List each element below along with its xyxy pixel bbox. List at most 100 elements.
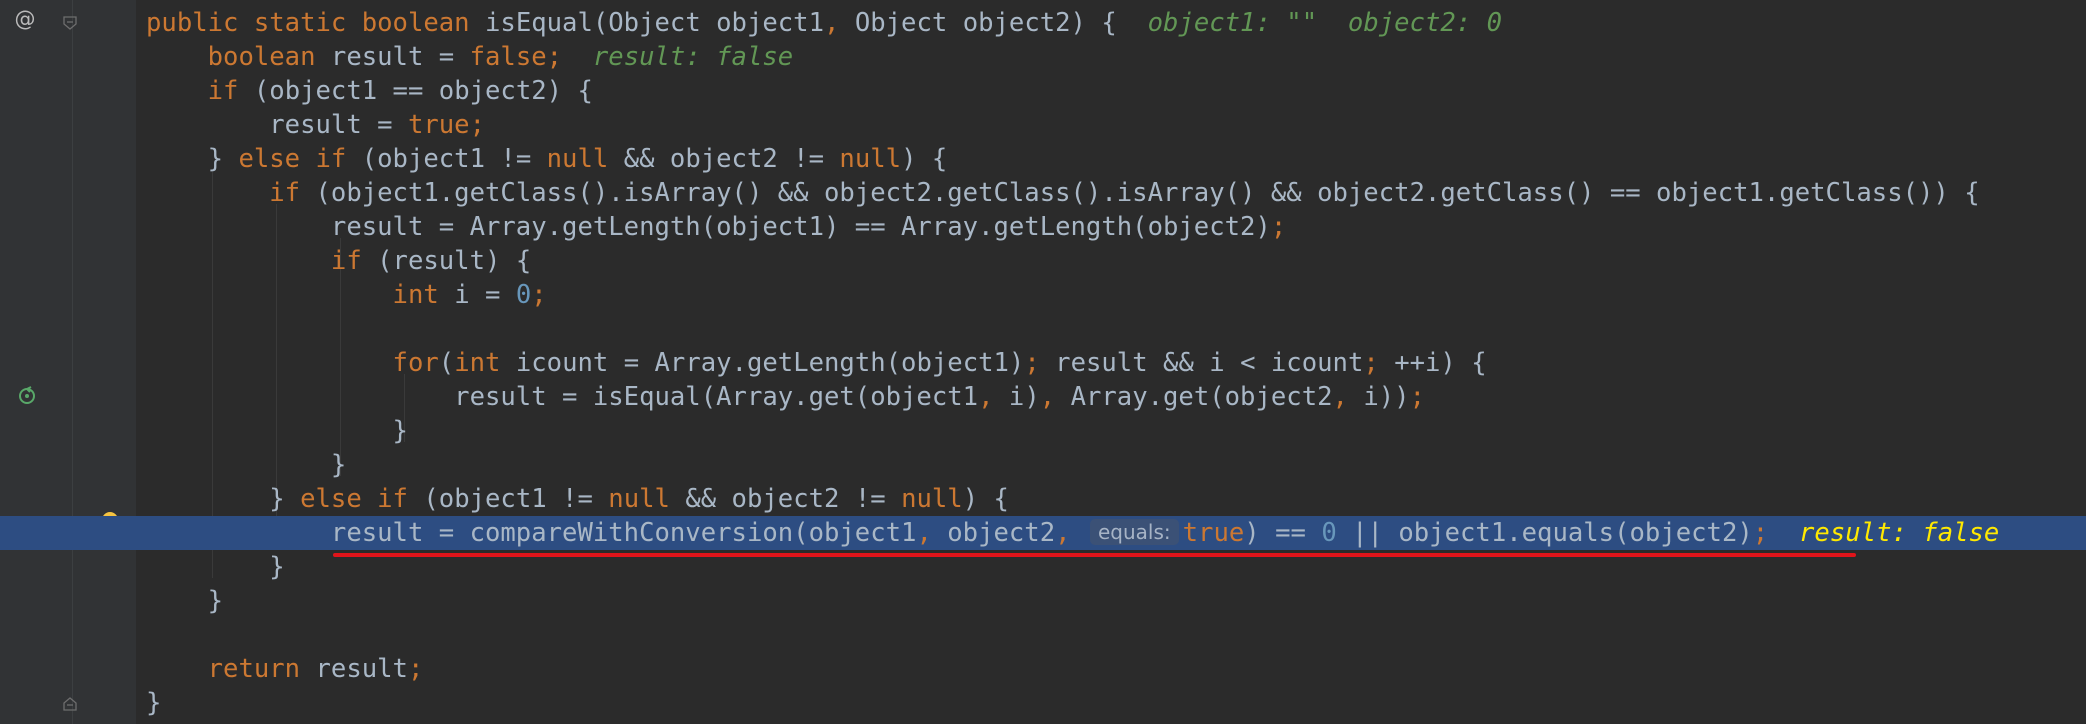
code-token: true [407, 110, 470, 140]
code-line[interactable]: boolean result = false; result: false [0, 40, 2086, 74]
code-text: } [146, 448, 346, 482]
code-token: ; [469, 110, 486, 140]
code-token: public static boolean [146, 8, 485, 38]
code-token: result [315, 654, 408, 684]
code-token: ; [1024, 348, 1056, 378]
code-line[interactable]: } [0, 414, 2086, 448]
code-token: ; [1270, 212, 1287, 242]
code-text: result = compareWithConversion(object1, … [146, 516, 1999, 550]
code-token: } [146, 450, 347, 480]
code-line[interactable]: if (object1.getClass().isArray() && obje… [0, 176, 2086, 210]
code-text: result = isEqual(Array.get(object1, i), … [146, 380, 1425, 414]
code-token: } [146, 586, 224, 616]
code-token: , [1332, 382, 1364, 412]
code-token: null [839, 144, 902, 174]
code-token: Array.get(object2 [1070, 382, 1333, 412]
code-token: isEqual(Object object1 [485, 8, 824, 38]
code-token: ; [1409, 382, 1425, 412]
code-token: i)) [1363, 382, 1410, 412]
code-text: int i = 0; [146, 278, 547, 312]
code-token: 0 [1321, 518, 1337, 548]
code-line[interactable]: result = Array.getLength(object1) == Arr… [0, 210, 2086, 244]
code-token: && object2 != [685, 484, 902, 514]
code-line[interactable]: } [0, 686, 2086, 720]
code-line[interactable]: public static boolean isEqual(Object obj… [0, 6, 2086, 40]
code-line[interactable] [0, 312, 2086, 346]
code-token: ; [1363, 348, 1395, 378]
code-text: boolean result = false; result: false [146, 40, 794, 74]
code-token: true [1182, 518, 1245, 548]
code-token: ; [546, 42, 593, 72]
code-token: boolean [146, 42, 331, 72]
code-line[interactable]: } [0, 584, 2086, 618]
code-text: } else if (object1 != null && object2 !=… [146, 482, 1009, 516]
debug-value: result: false [592, 42, 794, 72]
code-token: int [454, 348, 516, 378]
code-token: result = compareWithConversion(object1 [146, 518, 917, 548]
code-line[interactable]: result = isEqual(Array.get(object1, i), … [0, 380, 2086, 414]
code-token: 0 [515, 280, 532, 310]
code-token: (object1 != [361, 144, 547, 174]
code-token: Object object2) { [854, 8, 1148, 38]
code-token: ) { [962, 484, 1009, 514]
code-text: } [146, 584, 223, 618]
code-line[interactable]: if (result) { [0, 244, 2086, 278]
code-token: else if [238, 144, 362, 174]
code-token: (object1.getClass().isArray() && object2… [315, 178, 1980, 208]
code-token: } [146, 484, 301, 514]
code-token: result = [330, 42, 470, 72]
code-token: for [146, 348, 439, 378]
code-token: null [608, 484, 686, 514]
code-token: ++i) { [1394, 348, 1487, 378]
code-text: result = Array.getLength(object1) == Arr… [146, 210, 1286, 244]
code-line[interactable]: int i = 0; [0, 278, 2086, 312]
code-text: public static boolean isEqual(Object obj… [146, 6, 1502, 40]
code-token: ; [531, 280, 547, 310]
code-token: icount = Array.getLength(object1) [515, 348, 1025, 378]
code-token: int [146, 280, 455, 310]
error-underline [333, 553, 1856, 557]
code-token: ) { [901, 144, 948, 174]
code-token: , [978, 382, 1009, 412]
code-token: result && i < icount [1055, 348, 1364, 378]
code-token: ( [438, 348, 455, 378]
code-token: null [546, 144, 624, 174]
code-token: } [146, 688, 162, 718]
code-token: i = [454, 280, 516, 310]
code-token: || object1.equals(object2) [1336, 518, 1753, 548]
code-token: ; [407, 654, 424, 684]
code-token: , [916, 518, 948, 548]
current-execution-line[interactable]: result = compareWithConversion(object1, … [0, 516, 2086, 550]
code-line[interactable] [0, 618, 2086, 652]
parameter-hint: equals: [1089, 519, 1179, 545]
code-token: else if [300, 484, 424, 514]
code-line[interactable]: if (object1 == object2) { [0, 74, 2086, 108]
code-line[interactable]: result = true; [0, 108, 2086, 142]
code-text: if (object1 == object2) { [146, 74, 593, 108]
code-text: } else if (object1 != null && object2 !=… [146, 142, 948, 176]
code-token: if [146, 76, 254, 106]
code-editor[interactable]: @ public static boolean isEqual(Object o… [0, 0, 2086, 724]
code-token: if [146, 178, 316, 208]
code-line[interactable]: for(int icount = Array.getLength(object1… [0, 346, 2086, 380]
code-text: if (result) { [146, 244, 531, 278]
code-text: if (object1.getClass().isArray() && obje… [146, 176, 1980, 210]
code-token: (result) { [377, 246, 532, 276]
code-token: , [824, 8, 855, 38]
code-line[interactable]: } [0, 448, 2086, 482]
code-token: ) == [1244, 518, 1322, 548]
code-token: , [1039, 382, 1071, 412]
code-token: false [469, 42, 547, 72]
code-token: null [901, 484, 963, 514]
code-token: result = Array.getLength(object1) == Arr… [146, 212, 1271, 242]
code-token: } [146, 416, 408, 446]
code-token: i) [1008, 382, 1040, 412]
code-text: return result; [146, 652, 424, 686]
code-token: ; [1752, 518, 1769, 548]
code-line[interactable]: } else if (object1 != null && object2 !=… [0, 482, 2086, 516]
code-token: result = [146, 110, 408, 140]
code-text: } [146, 686, 161, 720]
code-line[interactable]: } else if (object1 != null && object2 !=… [0, 142, 2086, 176]
code-line[interactable]: return result; [0, 652, 2086, 686]
code-token: if [146, 246, 378, 276]
